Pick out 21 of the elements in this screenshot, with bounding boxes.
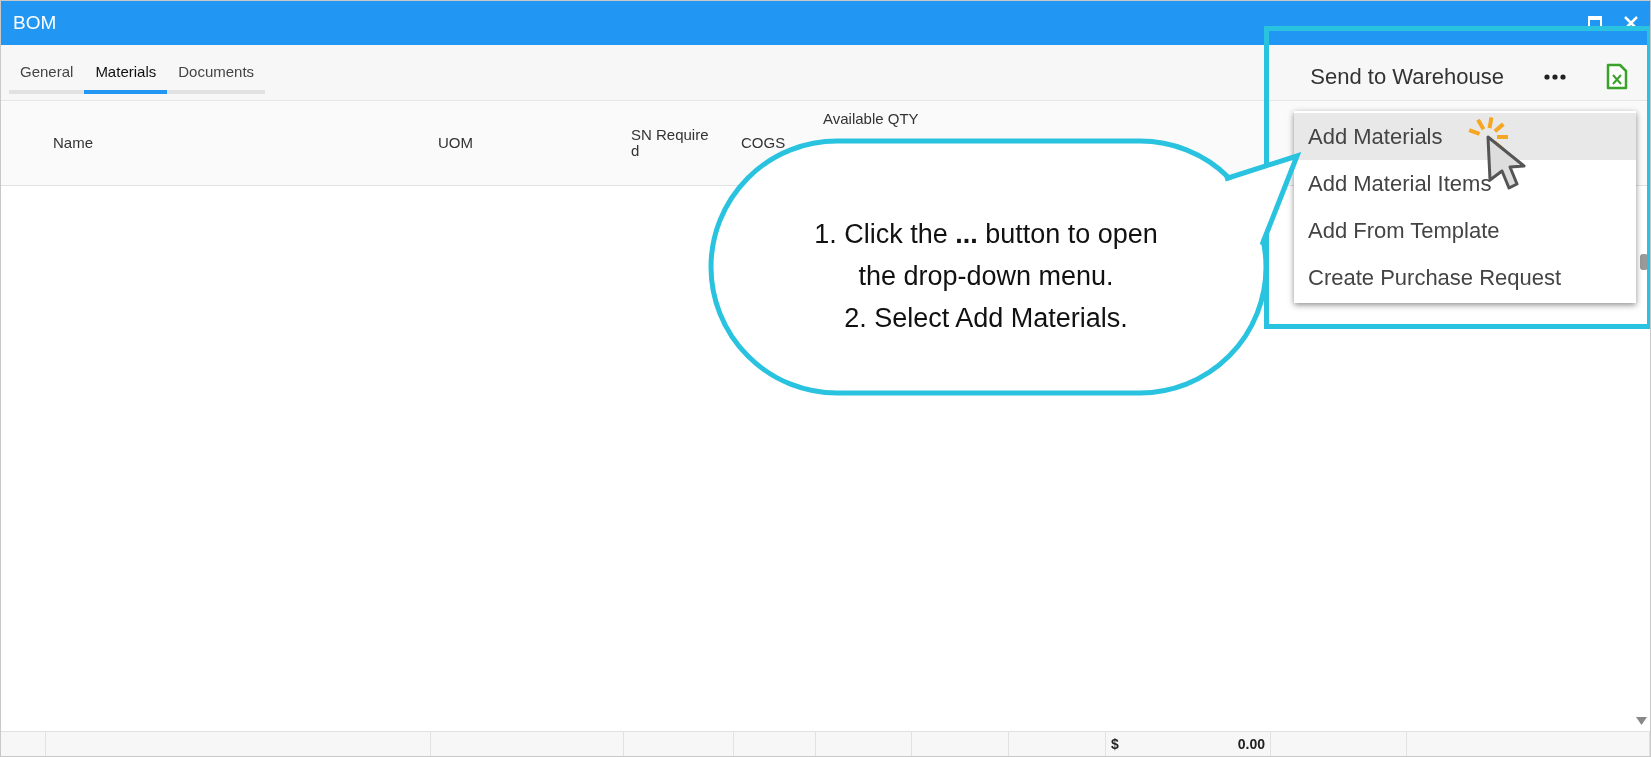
tab[interactable]: Documents	[167, 57, 266, 94]
more-icon[interactable]	[1544, 73, 1566, 80]
scrollbar-thumb[interactable]	[1640, 254, 1648, 270]
window-title: BOM	[13, 12, 57, 34]
column-header: Name	[53, 134, 93, 152]
callout-text: the drop-down menu.	[857, 260, 1115, 293]
scroll-down-icon[interactable]	[1636, 717, 1647, 725]
menu-item[interactable]: Add Materials	[1294, 113, 1636, 160]
tab[interactable]: General	[9, 57, 85, 94]
send-to-warehouse-button[interactable]: Send to Warehouse	[1310, 63, 1504, 90]
column-header: SN Required	[631, 126, 710, 160]
menu-item[interactable]: Create Purchase Request	[1294, 254, 1636, 301]
column-header: UOM	[438, 134, 473, 152]
column-header: COGS	[741, 134, 786, 152]
excel-file-icon[interactable]	[1606, 63, 1628, 90]
callout-text: 2. Select Add Materials.	[843, 302, 1129, 335]
column-header: Available QTY	[823, 111, 919, 128]
tab[interactable]: Materials	[84, 57, 168, 94]
currency-symbol: $	[1111, 736, 1119, 752]
callout-text: 1. Click the ... button to open	[813, 218, 1159, 251]
footer-total: 0.00	[1237, 736, 1265, 752]
